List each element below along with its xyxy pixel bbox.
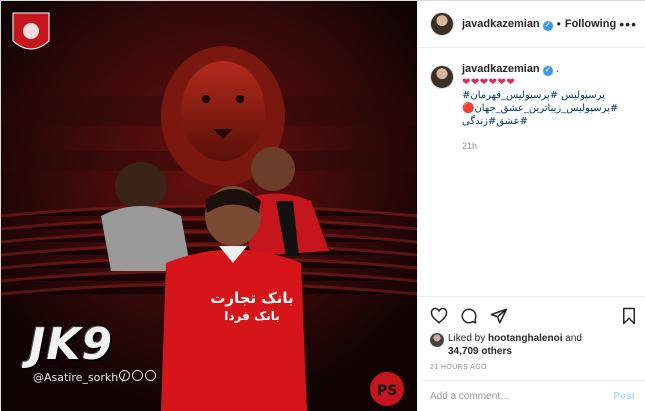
author-username[interactable]: javadkazemian ✓ bbox=[462, 18, 553, 31]
caption-line-3: #عشق#زندگی bbox=[462, 116, 528, 127]
post-comment-button[interactable]: Post bbox=[613, 391, 635, 402]
separator-dot: • bbox=[556, 17, 561, 31]
comment-icon[interactable] bbox=[460, 307, 478, 325]
caption-line-2: #پرسپولیس_زیباترین_عشق_جهان🔴 bbox=[462, 103, 619, 114]
caption-hearts: ❤❤❤❤❤❤ bbox=[462, 77, 516, 88]
jk9-label: JK9 bbox=[29, 319, 114, 370]
share-icon[interactable] bbox=[490, 307, 508, 325]
jersey-line-2: بانک فردا bbox=[224, 309, 280, 323]
social-icon bbox=[132, 370, 143, 381]
more-options-icon[interactable]: ••• bbox=[619, 16, 637, 32]
following-button[interactable]: Following bbox=[565, 18, 616, 30]
club-crest bbox=[12, 12, 50, 50]
social-icon bbox=[145, 370, 156, 381]
post-timestamp[interactable]: 21 HOURS AGO bbox=[430, 364, 487, 371]
author-avatar[interactable] bbox=[430, 12, 454, 36]
heart-icon[interactable] bbox=[430, 307, 448, 325]
likes-prefix: Liked by bbox=[448, 333, 486, 344]
likes-and: and bbox=[565, 333, 582, 344]
credit-text: @Asatire_sorkh / bbox=[33, 371, 126, 384]
jersey-sponsor: بانک تجارت بانک فردا bbox=[207, 289, 297, 325]
add-comment-bar: Post bbox=[418, 380, 645, 411]
caption-username[interactable]: javadkazemian ✓ bbox=[462, 63, 553, 76]
comment-input[interactable] bbox=[430, 390, 614, 402]
action-bar bbox=[430, 307, 508, 325]
post-header: javadkazemian ✓ • Following ••• bbox=[418, 1, 645, 48]
caption-comment: javadkazemian ✓ . ❤❤❤❤❤❤ پرسپولیس #پرسپول… bbox=[430, 63, 635, 153]
caption-dot: . bbox=[555, 63, 559, 75]
verified-badge-icon: ✓ bbox=[542, 20, 553, 31]
ps-logo: PS bbox=[370, 372, 404, 406]
post-side-panel: javadkazemian ✓ • Following ••• javadkaze… bbox=[417, 1, 645, 411]
credit-icons bbox=[119, 370, 156, 381]
post-image[interactable]: PS JK9 @Asatire_sorkh / بانک تجارت بانک … bbox=[1, 1, 417, 411]
likes-summary: Liked by hootanghalenoi and 34,709 other… bbox=[430, 332, 640, 358]
social-icon bbox=[119, 370, 130, 381]
caption-age[interactable]: 21h bbox=[462, 140, 635, 153]
caption-avatar[interactable] bbox=[430, 65, 454, 89]
jersey-line-1: بانک تجارت bbox=[210, 289, 294, 307]
liker-username[interactable]: hootanghalenoi bbox=[488, 333, 562, 344]
instagram-post: PS JK9 @Asatire_sorkh / بانک تجارت بانک … bbox=[0, 0, 645, 411]
liker-avatar[interactable] bbox=[430, 333, 444, 347]
caption-author-name[interactable]: javadkazemian bbox=[462, 63, 540, 75]
caption-line-1: پرسپولیس #پرسپولیس_قهرمان# bbox=[462, 90, 605, 101]
verified-badge-icon: ✓ bbox=[542, 66, 553, 76]
svg-text:PS: PS bbox=[377, 383, 397, 399]
save-icon[interactable] bbox=[621, 307, 637, 325]
author-name[interactable]: javadkazemian bbox=[462, 18, 540, 30]
likes-count[interactable]: 34,709 others bbox=[448, 346, 512, 357]
